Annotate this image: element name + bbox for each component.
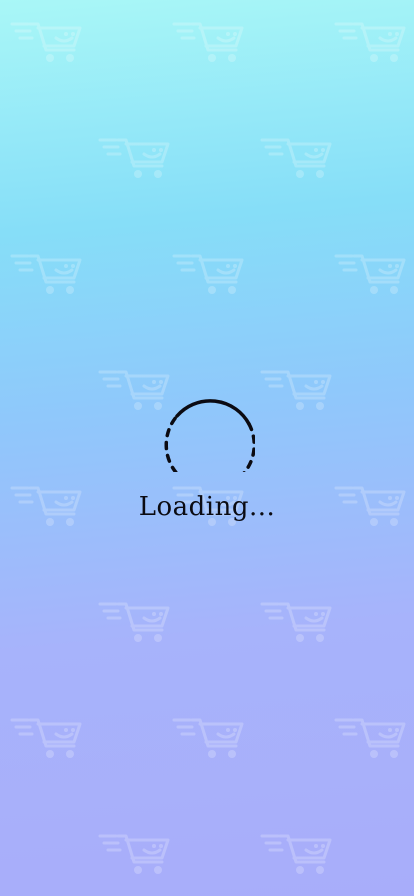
cart-pattern-icon [98, 134, 172, 182]
cart-pattern-icon [260, 830, 334, 878]
loading-label: Loading... [138, 492, 276, 522]
cart-pattern-icon [260, 134, 334, 182]
cart-pattern-icon [334, 714, 408, 762]
cart-pattern-icon [10, 18, 84, 66]
cart-pattern-icon [98, 830, 172, 878]
cart-pattern-icon [334, 18, 408, 66]
cart-pattern-icon [172, 18, 246, 66]
cart-pattern-icon [98, 598, 172, 646]
cart-pattern-icon [334, 250, 408, 298]
cart-pattern-icon [172, 714, 246, 762]
spinner-icon [164, 399, 255, 472]
cart-pattern-icon [10, 714, 84, 762]
cart-pattern-icon [172, 250, 246, 298]
loading-container: Loading... [0, 376, 414, 522]
cart-pattern-icon [260, 598, 334, 646]
cart-pattern-icon [10, 250, 84, 298]
